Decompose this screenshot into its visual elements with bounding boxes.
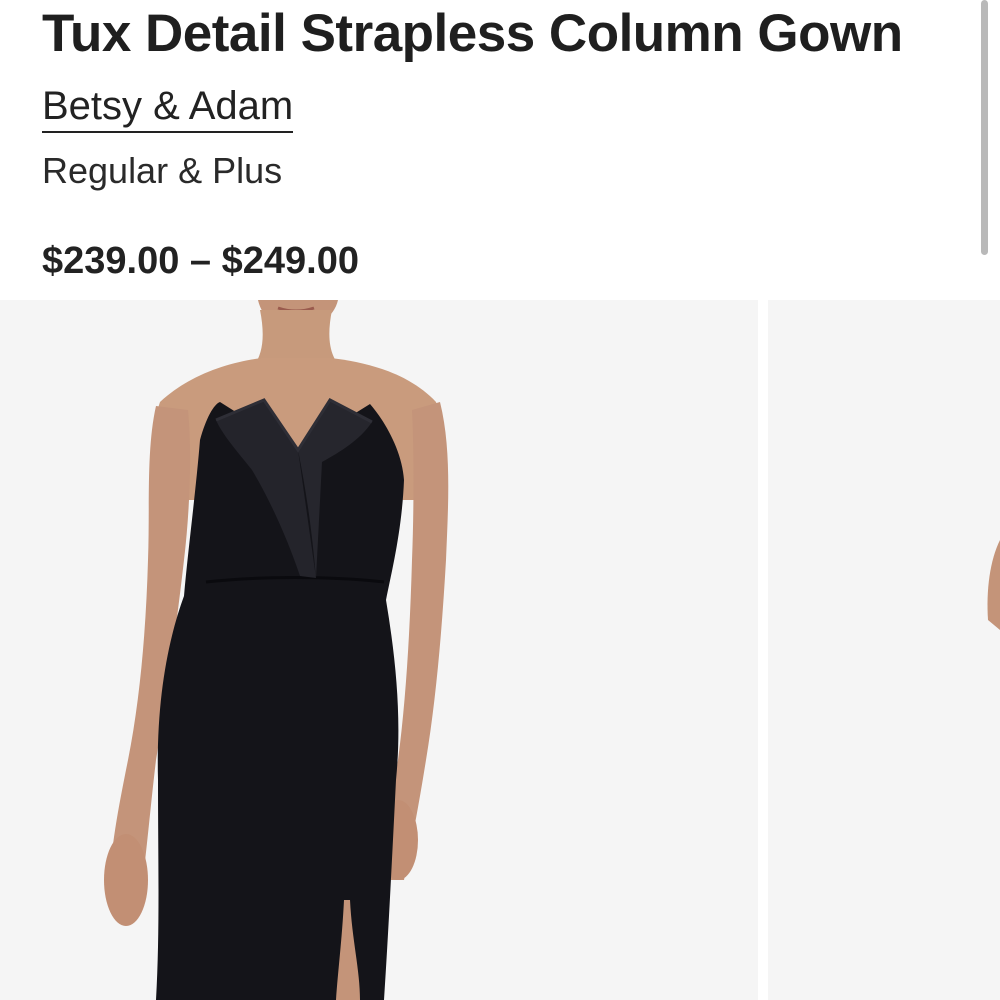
dress-photo <box>0 300 758 1000</box>
product-title: Tux Detail Strapless Column Gown <box>42 4 903 63</box>
size-range-label: Regular & Plus <box>42 150 283 191</box>
page-scrollbar[interactable] <box>981 0 988 255</box>
gallery-image-next[interactable] <box>768 300 1000 1000</box>
next-photo-preview <box>768 300 1000 1000</box>
brand-link[interactable]: Betsy & Adam <box>42 84 294 133</box>
product-image-gallery[interactable] <box>0 300 1000 1000</box>
price-range: $239.00 – $249.00 <box>42 240 359 282</box>
product-detail-page: Tux Detail Strapless Column Gown Betsy &… <box>0 0 1000 1000</box>
gallery-image-main[interactable] <box>0 300 758 1000</box>
